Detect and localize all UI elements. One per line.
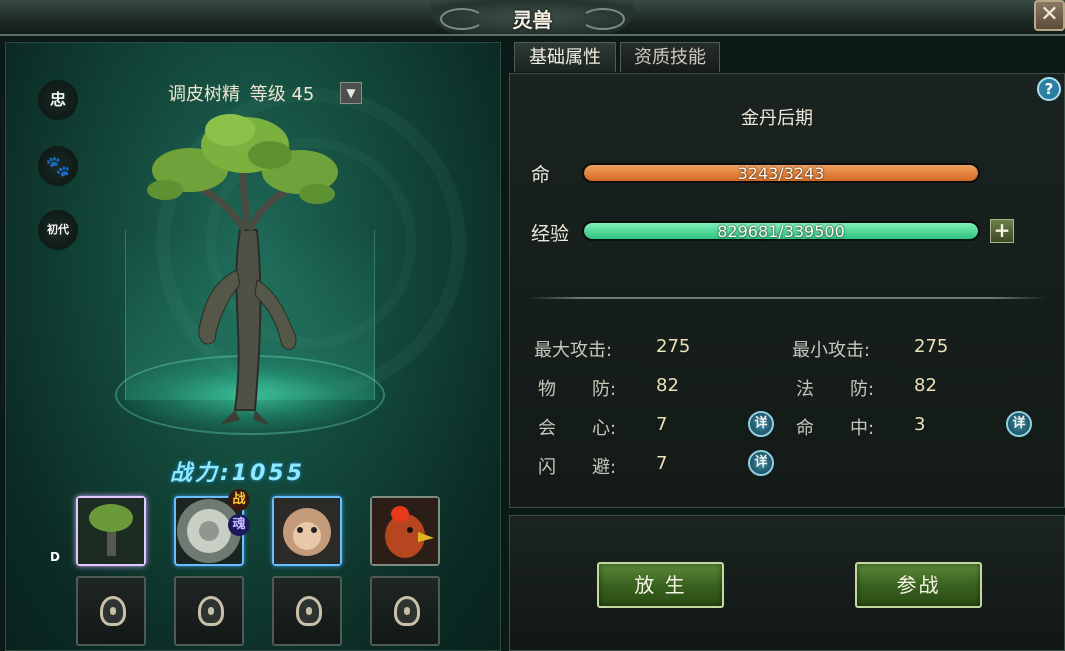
- level-dropdown-button[interactable]: ▼: [340, 82, 362, 104]
- min-attack-value: 275: [914, 336, 949, 357]
- life-label: 命: [531, 164, 551, 186]
- locked-slot-2[interactable]: [174, 576, 244, 646]
- max-attack-value: 275: [656, 336, 691, 357]
- d-marker: D: [50, 550, 60, 564]
- pet-model-tree-spirit: [147, 114, 338, 425]
- loyalty-icon[interactable]: 忠: [38, 80, 78, 120]
- paw-icon[interactable]: 🐾: [38, 146, 78, 186]
- critical-label: 会 心:: [538, 418, 617, 439]
- exp-label: 经验: [531, 223, 570, 245]
- pet-slot-3[interactable]: [272, 496, 342, 566]
- locked-slot-4[interactable]: [370, 576, 440, 646]
- magic-defense-value: 82: [914, 375, 937, 396]
- life-bar: 3243/3243: [582, 163, 980, 183]
- add-exp-button[interactable]: +: [990, 219, 1014, 243]
- pet-slot-4[interactable]: [370, 496, 440, 566]
- section-divider: [528, 297, 1046, 299]
- critical-detail-button[interactable]: 详: [748, 411, 774, 437]
- physical-defense-value: 82: [656, 375, 679, 396]
- critical-value: 7: [656, 414, 668, 435]
- generation-icon[interactable]: 初代: [38, 210, 78, 250]
- pet-level: 等级 45: [249, 84, 315, 105]
- rooster-portrait: [372, 498, 438, 564]
- locked-slot-1[interactable]: [76, 576, 146, 646]
- accuracy-detail-button[interactable]: 详: [1006, 411, 1032, 437]
- magic-defense-label: 法 防:: [796, 379, 875, 400]
- physical-defense-label: 物 防:: [538, 379, 617, 400]
- lock-icon: [296, 596, 322, 626]
- pet-slot-1[interactable]: [76, 496, 146, 566]
- lock-icon: [100, 596, 126, 626]
- lock-icon: [198, 596, 224, 626]
- dodge-detail-button[interactable]: 详: [748, 450, 774, 476]
- combat-power: 战力:1055: [170, 461, 306, 486]
- exp-bar: 829681/339500: [582, 221, 980, 241]
- pet-name: 调皮树精: [168, 84, 240, 105]
- min-attack-label: 最小攻击:: [792, 340, 871, 361]
- lock-icon: [394, 596, 420, 626]
- max-attack-label: 最大攻击:: [534, 340, 613, 361]
- attributes-panel: [509, 73, 1065, 508]
- battle-badge: 战: [228, 489, 250, 511]
- accuracy-value: 3: [914, 414, 926, 435]
- tree-spirit-portrait: [78, 498, 144, 564]
- join-battle-button[interactable]: 参战: [855, 562, 982, 608]
- dodge-label: 闪 避:: [538, 457, 617, 478]
- life-value: 3243/3243: [737, 164, 825, 183]
- dodge-value: 7: [656, 453, 668, 474]
- release-button[interactable]: 放 生: [597, 562, 724, 608]
- locked-slot-3[interactable]: [272, 576, 342, 646]
- exp-value: 829681/339500: [717, 222, 845, 241]
- close-button[interactable]: ✕: [1034, 0, 1065, 31]
- title-plate: 灵兽: [430, 0, 635, 34]
- title-bar: 灵兽 ✕: [0, 0, 1065, 36]
- accuracy-label: 命 中:: [796, 418, 875, 439]
- help-icon[interactable]: ?: [1037, 77, 1061, 101]
- pet-header: 调皮树精 等级 45: [168, 80, 318, 106]
- window-title: 灵兽: [512, 8, 553, 32]
- monkey-portrait: [274, 498, 340, 564]
- soul-badge: 魂: [228, 514, 250, 536]
- tab-basic-attributes[interactable]: 基础属性: [514, 42, 616, 72]
- cultivation-realm: 金丹后期: [741, 108, 813, 129]
- tab-aptitude-skills[interactable]: 资质技能: [620, 42, 720, 72]
